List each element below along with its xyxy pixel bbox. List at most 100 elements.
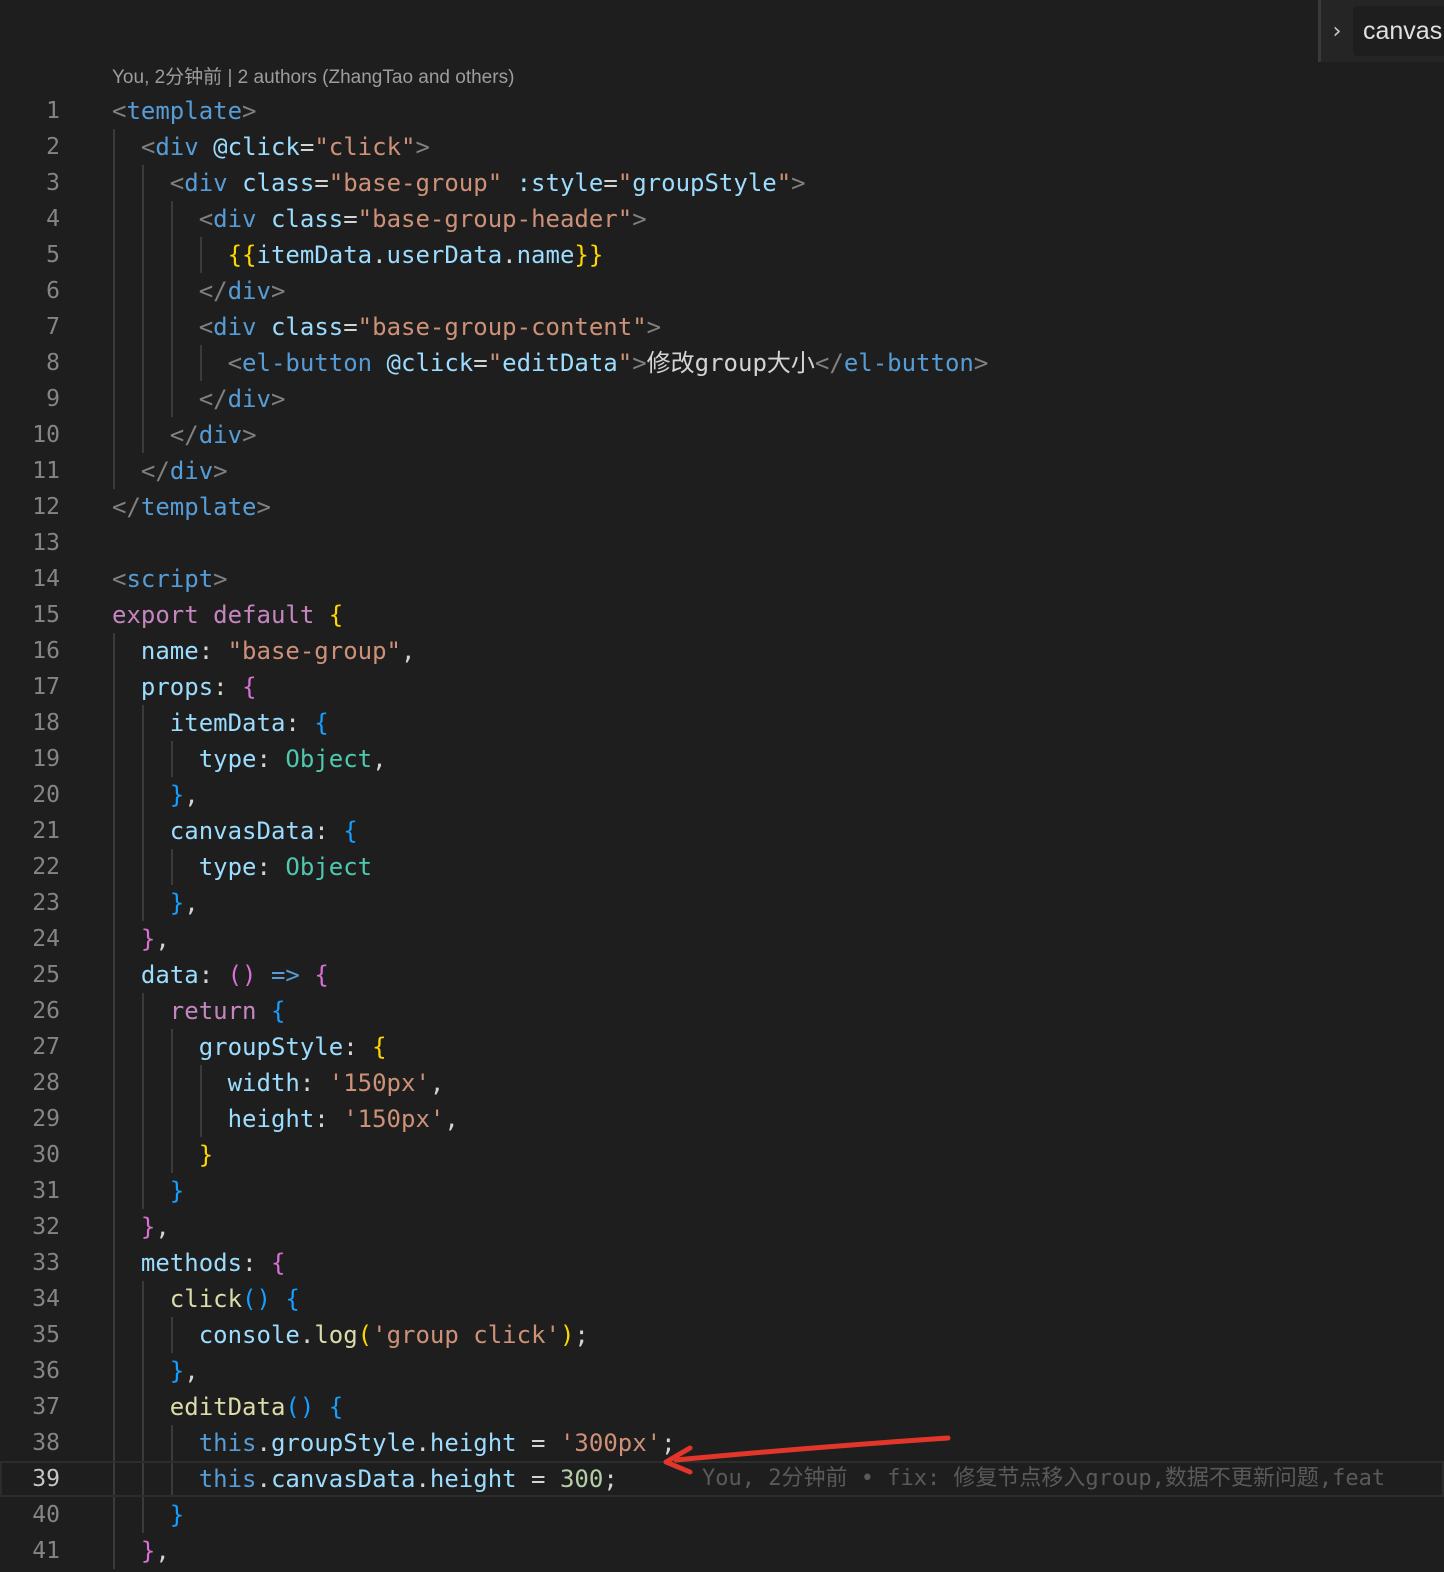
code-line[interactable]: 33 methods: { <box>0 1245 1444 1281</box>
code-line[interactable]: 20 }, <box>0 777 1444 813</box>
code-line[interactable]: 17 props: { <box>0 669 1444 705</box>
code-text[interactable]: </div> <box>112 273 286 309</box>
code-line[interactable]: 34 click() { <box>0 1281 1444 1317</box>
code-text[interactable]: export default { <box>112 597 343 633</box>
code-line[interactable]: 5 {{itemData.userData.name}} <box>0 237 1444 273</box>
line-number: 6 <box>46 278 60 304</box>
code-line[interactable]: 3 <div class="base-group" :style="groupS… <box>0 165 1444 201</box>
code-text[interactable]: <template> <box>112 93 257 129</box>
code-line[interactable]: 22 type: Object <box>0 849 1444 885</box>
line-number: 38 <box>32 1430 60 1456</box>
code-line[interactable]: 30 } <box>0 1137 1444 1173</box>
code-text[interactable]: {{itemData.userData.name}} <box>112 237 604 273</box>
code-text[interactable]: </div> <box>112 417 257 453</box>
code-text[interactable]: type: Object <box>112 849 372 885</box>
code-line[interactable]: 32 }, <box>0 1209 1444 1245</box>
code-text[interactable]: <div class="base-group-content"> <box>112 309 661 345</box>
code-text[interactable]: width: '150px', <box>112 1065 445 1101</box>
code-line[interactable]: 12 </template> <box>0 489 1444 525</box>
code-text[interactable]: } <box>112 1137 213 1173</box>
code-text[interactable]: type: Object, <box>112 741 387 777</box>
code-editor[interactable]: › canvas You, 2分钟前 | 2 authors (ZhangTao… <box>0 0 1444 1572</box>
code-text[interactable]: <div @click="click"> <box>112 129 430 165</box>
breadcrumb[interactable]: › canvas <box>1318 0 1444 62</box>
line-number: 37 <box>32 1394 60 1420</box>
code-text[interactable]: data: () => { <box>112 957 329 993</box>
code-text[interactable]: <script> <box>112 561 228 597</box>
code-line[interactable]: 37 editData() { <box>0 1389 1444 1425</box>
code-line[interactable]: 16 name: "base-group", <box>0 633 1444 669</box>
code-line[interactable]: 23 }, <box>0 885 1444 921</box>
code-line[interactable]: 13 <box>0 525 1444 561</box>
line-number: 2 <box>46 134 60 160</box>
code-line[interactable]: 39 this.canvasData.height = 300; You, 2分钟… <box>0 1461 1444 1497</box>
code-text[interactable]: </div> <box>112 453 228 489</box>
code-line[interactable]: 19 type: Object, <box>0 741 1444 777</box>
code-line[interactable]: 38 this.groupStyle.height = '300px'; <box>0 1425 1444 1461</box>
code-line[interactable]: 11 </div> <box>0 453 1444 489</box>
code-text[interactable]: </div> <box>112 381 286 417</box>
code-text[interactable]: } <box>112 1497 184 1533</box>
line-number: 20 <box>32 782 60 808</box>
line-number: 8 <box>46 350 60 376</box>
code-text[interactable]: props: { <box>112 669 257 705</box>
code-text[interactable]: itemData: { <box>112 705 329 741</box>
code-line[interactable]: 7 <div class="base-group-content"> <box>0 309 1444 345</box>
code-line[interactable]: 24 }, <box>0 921 1444 957</box>
code-text[interactable]: groupStyle: { <box>112 1029 387 1065</box>
code-line[interactable]: 6 </div> <box>0 273 1444 309</box>
line-number: 31 <box>32 1178 60 1204</box>
code-line[interactable]: 36 }, <box>0 1353 1444 1389</box>
code-text[interactable]: name: "base-group", <box>112 633 416 669</box>
code-text[interactable]: height: '150px', <box>112 1101 459 1137</box>
code-line[interactable]: 25 data: () => { <box>0 957 1444 993</box>
code-text[interactable]: }, <box>112 921 170 957</box>
code-line[interactable]: 35 console.log('group click'); <box>0 1317 1444 1353</box>
code-line[interactable]: 8 <el-button @click="editData">修改group大小… <box>0 345 1444 381</box>
line-number: 5 <box>46 242 60 268</box>
code-text[interactable]: }, <box>112 1533 170 1569</box>
code-text[interactable]: }, <box>112 885 199 921</box>
code-text[interactable]: }, <box>112 1353 199 1389</box>
breadcrumb-item-canvas[interactable]: canvas <box>1353 6 1444 56</box>
code-text[interactable]: this.canvasData.height = 300; <box>112 1461 618 1497</box>
code-line[interactable]: 27 groupStyle: { <box>0 1029 1444 1065</box>
code-text[interactable]: }, <box>112 1209 170 1245</box>
code-text[interactable]: </template> <box>112 489 271 525</box>
code-line[interactable]: 26 return { <box>0 993 1444 1029</box>
code-line[interactable]: 1 <template> <box>0 93 1444 129</box>
git-blame-codelens[interactable]: You, 2分钟前 | 2 authors (ZhangTao and othe… <box>112 62 514 94</box>
code-line[interactable]: 40 } <box>0 1497 1444 1533</box>
line-number: 21 <box>32 818 60 844</box>
code-text[interactable]: return { <box>112 993 286 1029</box>
code-line[interactable]: 29 height: '150px', <box>0 1101 1444 1137</box>
code-text[interactable]: }, <box>112 777 199 813</box>
code-text[interactable]: editData() { <box>112 1389 343 1425</box>
code-line[interactable]: 2 <div @click="click"> <box>0 129 1444 165</box>
code-text[interactable]: click() { <box>112 1281 300 1317</box>
code-lines[interactable]: 1 <template> 2 <div @click="click"> 3 <div … <box>0 93 1444 1569</box>
code-line[interactable]: 9 </div> <box>0 381 1444 417</box>
code-line[interactable]: 10 </div> <box>0 417 1444 453</box>
line-number: 18 <box>32 710 60 736</box>
code-line[interactable]: 21 canvasData: { <box>0 813 1444 849</box>
code-text[interactable]: console.log('group click'); <box>112 1317 589 1353</box>
code-text[interactable]: this.groupStyle.height = '300px'; <box>112 1425 676 1461</box>
code-text[interactable]: methods: { <box>112 1245 286 1281</box>
code-line[interactable]: 15 export default { <box>0 597 1444 633</box>
code-text[interactable]: <el-button @click="editData">修改group大小</… <box>112 345 989 381</box>
code-line[interactable]: 28 width: '150px', <box>0 1065 1444 1101</box>
line-number: 34 <box>32 1286 60 1312</box>
code-line[interactable]: 31 } <box>0 1173 1444 1209</box>
code-text[interactable]: <div class="base-group-header"> <box>112 201 647 237</box>
code-line[interactable]: 14 <script> <box>0 561 1444 597</box>
inline-blame: You, 2分钟前 • fix: 修复节点移入group,数据不更新问题,fea… <box>702 1466 1386 1491</box>
code-line[interactable]: 4 <div class="base-group-header"> <box>0 201 1444 237</box>
line-number: 12 <box>32 494 60 520</box>
code-text[interactable]: <div class="base-group" :style="groupSty… <box>112 165 806 201</box>
code-line[interactable]: 41 }, <box>0 1533 1444 1569</box>
code-line[interactable]: 18 itemData: { <box>0 705 1444 741</box>
code-text[interactable]: } <box>112 1173 184 1209</box>
code-text[interactable]: canvasData: { <box>112 813 358 849</box>
chevron-right-icon[interactable]: › <box>1321 19 1353 44</box>
